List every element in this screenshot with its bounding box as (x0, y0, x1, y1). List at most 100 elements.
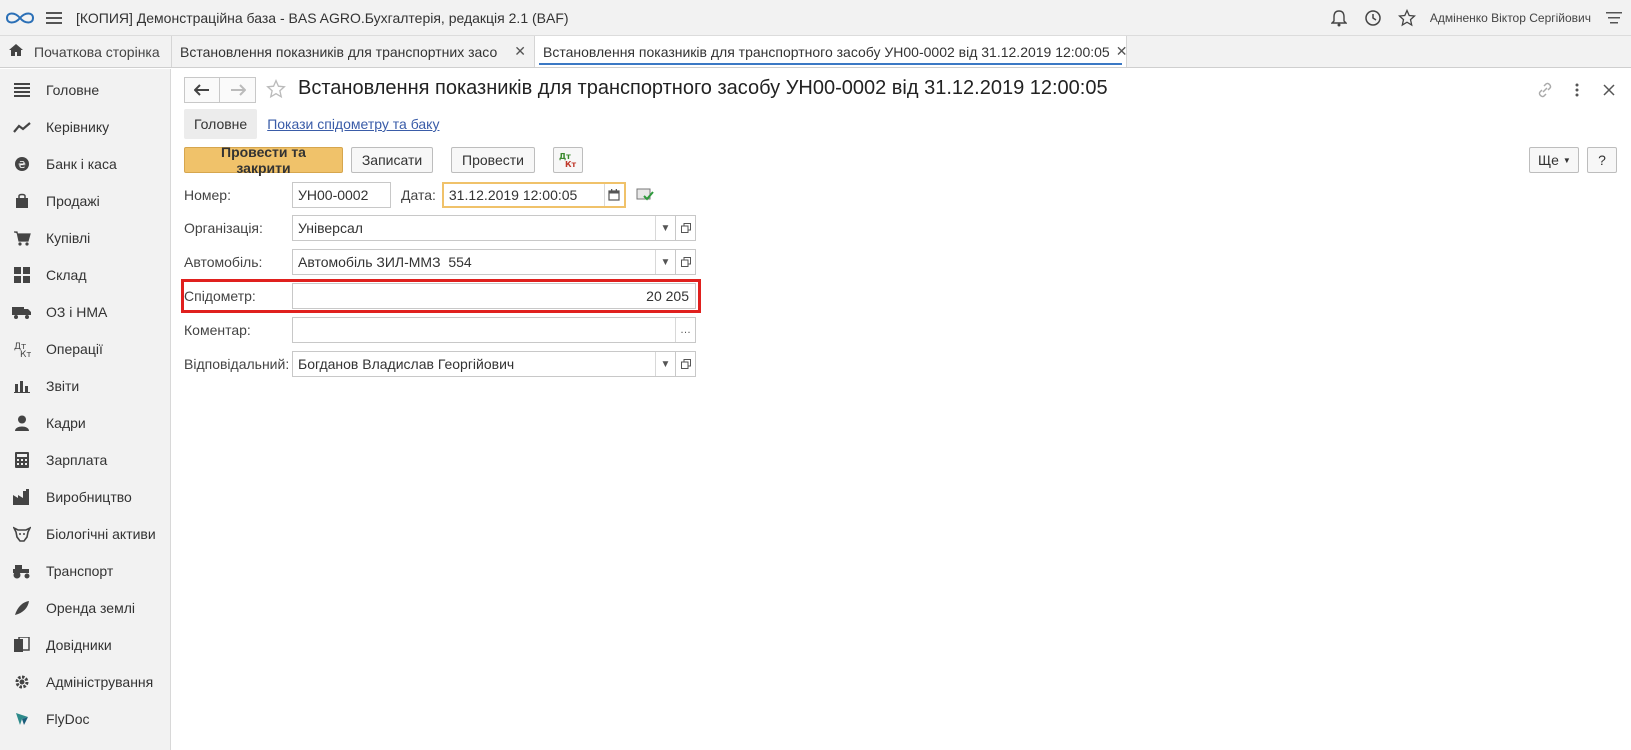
trend-icon (12, 117, 32, 137)
settings-menu-icon[interactable] (1597, 0, 1631, 36)
speedometer-highlight-box (181, 279, 701, 313)
sidebar-item-label: ОЗ і НМА (46, 303, 108, 320)
organization-field[interactable]: Універсал ▼ (292, 215, 676, 241)
books-icon (12, 635, 32, 655)
dtkt-icon: ДтКт (12, 339, 32, 359)
sidebar-item-label: Адміністрування (46, 673, 154, 690)
calculator-icon (12, 450, 32, 470)
app-logo-icon[interactable] (0, 0, 40, 36)
more-actions-icon[interactable] (1561, 79, 1593, 101)
current-user-name[interactable]: Адміненко Віктор Сергійович (1430, 11, 1591, 25)
sidebar-item-label: Головне (46, 81, 100, 98)
document-form: Встановлення показників для транспортног… (172, 69, 1631, 750)
sidebar-item-operations[interactable]: Дт Кт Операції (0, 330, 170, 367)
link-icon[interactable] (1529, 79, 1561, 101)
subtab-speedometer-readings-link[interactable]: Покази спідометру та баку (267, 116, 439, 132)
history-icon[interactable] (1356, 0, 1390, 36)
tab-label: Встановлення показників для транспортног… (543, 43, 1110, 60)
open-organization-button[interactable] (676, 215, 696, 241)
post-and-close-button[interactable]: Провести та закрити (184, 144, 343, 176)
tab-label: Встановлення показників для транспортних… (180, 43, 498, 60)
open-icon (680, 223, 691, 233)
open-vehicle-button[interactable] (676, 249, 696, 275)
add-to-favorites-star-icon[interactable] (266, 79, 286, 102)
tab-vehicle-indicators-document[interactable]: Встановлення показників для транспортног… (535, 36, 1127, 67)
coin-icon: ₴ (12, 154, 32, 174)
sidebar-item-label: Банк і каса (46, 155, 117, 172)
close-icon[interactable] (1593, 79, 1625, 101)
save-button[interactable]: Записати (351, 147, 433, 173)
chevron-down-icon[interactable]: ▼ (655, 352, 675, 376)
sidebar-item-manager[interactable]: Керівнику (0, 108, 170, 145)
tab-vehicle-indicators-list[interactable]: Встановлення показників для транспортних… (172, 36, 535, 67)
comment-expand-button[interactable]: … (675, 318, 695, 342)
number-field[interactable]: УН00-0002 (292, 182, 391, 208)
sidebar-item-bank-cash[interactable]: ₴ Банк і каса (0, 145, 170, 182)
sidebar-item-biological-assets[interactable]: Біологічні активи (0, 515, 170, 552)
sidebar-item-label: Біологічні активи (46, 525, 156, 542)
sidebar-item-directories[interactable]: Довідники (0, 626, 170, 663)
post-status-icon (636, 186, 654, 205)
close-tab-icon[interactable]: ✕ (1110, 43, 1128, 60)
sidebar-item-label: Оренда землі (46, 599, 135, 616)
back-button[interactable] (184, 77, 220, 103)
flydoc-icon (12, 709, 32, 729)
sidebar-item-production[interactable]: Виробництво (0, 478, 170, 515)
chevron-down-icon[interactable]: ▼ (655, 216, 675, 240)
sidebar-item-flydoc[interactable]: FlyDoc (0, 700, 170, 737)
arrow-right-icon (230, 84, 246, 96)
truck-icon (12, 302, 32, 322)
sidebar-item-salary[interactable]: Зарплата (0, 441, 170, 478)
sidebar-item-label: Склад (46, 266, 87, 283)
sidebar-item-label: Зарплата (46, 451, 108, 468)
sidebar-item-transport[interactable]: Транспорт (0, 552, 170, 589)
notifications-bell-icon[interactable] (1322, 0, 1356, 36)
sidebar-item-reports[interactable]: Звіти (0, 367, 170, 404)
vehicle-field[interactable]: Автомобіль ЗИЛ-ММЗ 554 ▼ (292, 249, 676, 275)
forward-button[interactable] (220, 77, 256, 103)
open-tabs-bar: Початкова сторінка Встановлення показник… (0, 36, 1631, 68)
dtkt-postings-button[interactable]: Дт Кт (553, 147, 583, 173)
subtab-main[interactable]: Головне (184, 109, 258, 139)
bag-icon (12, 191, 32, 211)
sidebar-item-label: Звіти (46, 377, 80, 394)
date-field[interactable]: 31.12.2019 12:00:05 (441, 182, 626, 208)
sidebar-item-label: Операції (46, 340, 103, 357)
sidebar-item-administration[interactable]: Адміністрування (0, 663, 170, 700)
more-label: Ще (1538, 152, 1559, 168)
favorites-star-icon[interactable] (1390, 0, 1424, 36)
organization-label: Організація: (184, 220, 263, 236)
gear-icon (12, 672, 32, 692)
comment-field[interactable]: … (292, 317, 696, 343)
sidebar-item-fixed-assets[interactable]: ОЗ і НМА (0, 293, 170, 330)
help-button[interactable]: ? (1587, 147, 1617, 173)
vehicle-label: Автомобіль: (184, 254, 263, 270)
sidebar-item-label: Кадри (46, 414, 86, 431)
close-tab-icon[interactable]: ✕ (508, 43, 526, 60)
responsible-label: Відповідальний: (184, 356, 290, 372)
sidebar-item-label: Виробництво (46, 488, 132, 505)
sidebar-item-label: Продажі (46, 192, 100, 209)
sidebar-item-main[interactable]: Головне (0, 71, 170, 108)
open-responsible-button[interactable] (676, 351, 696, 377)
more-button[interactable]: Ще ▼ (1529, 147, 1579, 173)
sidebar-item-purchases[interactable]: Купівлі (0, 219, 170, 256)
responsible-value: Богданов Владислав Георгійович (298, 356, 515, 372)
calendar-icon[interactable] (603, 184, 624, 206)
cart-icon (12, 228, 32, 248)
leaf-icon (12, 598, 32, 618)
post-button[interactable]: Провести (451, 147, 535, 173)
page-title: Встановлення показників для транспортног… (298, 77, 1108, 99)
tab-home-page[interactable]: Початкова сторінка (0, 36, 172, 67)
sidebar-item-sales[interactable]: Продажі (0, 182, 170, 219)
warehouse-icon (12, 265, 32, 285)
sidebar-item-land-lease[interactable]: Оренда землі (0, 589, 170, 626)
chevron-down-icon[interactable]: ▼ (655, 250, 675, 274)
sidebar-item-label: Купівлі (46, 229, 91, 246)
responsible-field[interactable]: Богданов Владислав Георгійович ▼ (292, 351, 676, 377)
cow-icon (12, 524, 32, 544)
sidebar-item-warehouse[interactable]: Склад (0, 256, 170, 293)
main-menu-icon[interactable] (40, 0, 68, 36)
open-icon (680, 257, 691, 267)
sidebar-item-hr[interactable]: Кадри (0, 404, 170, 441)
